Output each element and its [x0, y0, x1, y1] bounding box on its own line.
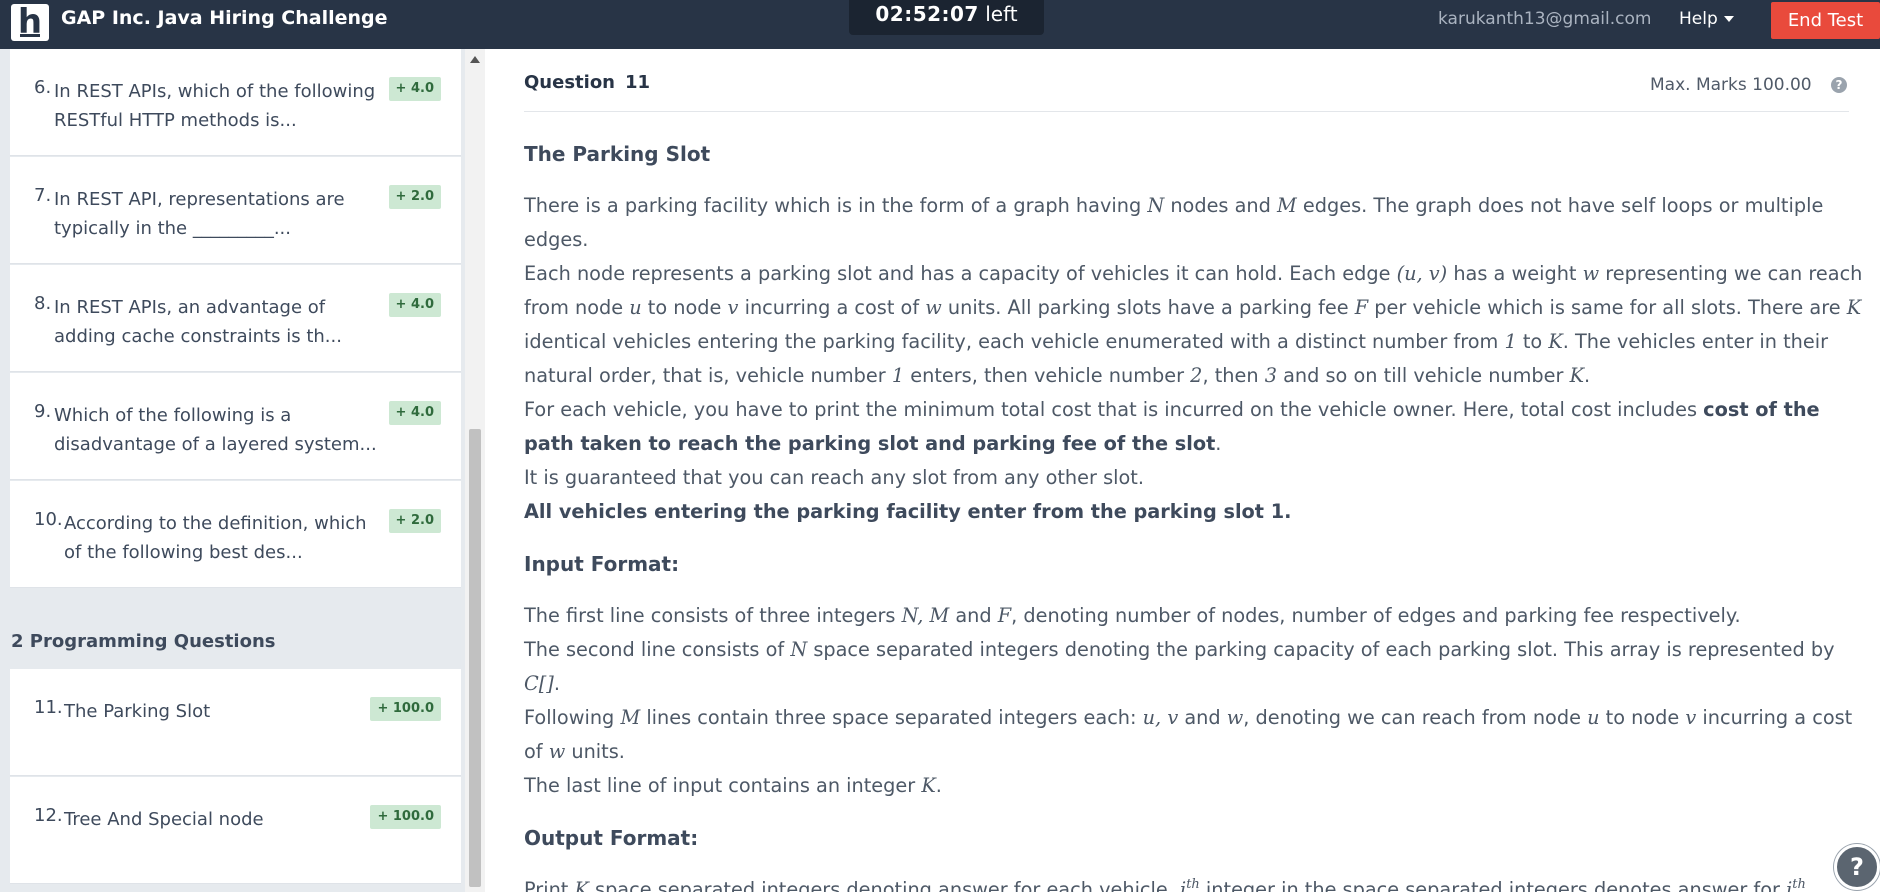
- problem-paragraph: Each node represents a parking slot and …: [524, 262, 1863, 387]
- input-format-line: The last line of input contains an integ…: [524, 774, 942, 797]
- question-preview: According to the definition, which of th…: [64, 513, 367, 563]
- timer-value: 02:52:07: [875, 2, 979, 26]
- help-label: Help: [1679, 9, 1718, 29]
- question-item-6[interactable]: 6. In REST APIs, which of the following …: [10, 49, 461, 156]
- programming-section-title: 2 Programming Questions: [11, 631, 276, 652]
- timer-suffix: left: [985, 2, 1018, 26]
- chevron-down-icon: [1723, 16, 1734, 22]
- question-preview: Which of the following is a disadvantage…: [54, 405, 377, 455]
- user-email: karukanth13@gmail.com: [1438, 9, 1652, 29]
- question-preview: In REST APIs, which of the following RES…: [54, 81, 376, 131]
- problem-paragraph: All vehicles entering the parking facili…: [524, 500, 1292, 523]
- input-format-line: The first line consists of three integer…: [524, 604, 1741, 627]
- max-marks: Max. Marks 100.00: [1650, 75, 1812, 95]
- question-help-icon[interactable]: ?: [1831, 77, 1847, 93]
- question-number: 11: [625, 72, 651, 93]
- input-format-line: The second line consists of N space sepa…: [524, 638, 1835, 695]
- question-preview: In REST API, representations are typical…: [54, 189, 345, 239]
- problem-paragraph: For each vehicle, you have to print the …: [524, 398, 1820, 455]
- marks-badge: + 4.0: [388, 293, 441, 317]
- question-item-7[interactable]: 7. In REST API, representations are typi…: [10, 157, 461, 264]
- problem-paragraph: It is guaranteed that you can reach any …: [524, 466, 1144, 489]
- question-item-8[interactable]: 8. In REST APIs, an advantage of adding …: [10, 265, 461, 372]
- marks-badge: + 2.0: [388, 185, 441, 209]
- output-format-title: Output Format:: [524, 826, 699, 850]
- scroll-thumb[interactable]: [469, 429, 481, 887]
- question-item-9[interactable]: 9. Which of the following is a disadvant…: [10, 373, 461, 480]
- sidebar-scrollbar[interactable]: [465, 49, 485, 892]
- question-number: 7.: [34, 185, 52, 206]
- input-format-title: Input Format:: [524, 552, 680, 576]
- question-number: 12.: [34, 805, 63, 826]
- question-number: 6.: [34, 77, 52, 98]
- question-preview: In REST APIs, an advantage of adding cac…: [54, 297, 342, 347]
- input-format-line: Following M lines contain three space se…: [524, 706, 1853, 763]
- hackerearth-logo[interactable]: h: [11, 2, 49, 42]
- help-menu[interactable]: Help: [1679, 9, 1734, 29]
- marks-badge: + 2.0: [388, 509, 441, 533]
- logo-underline: [20, 34, 40, 37]
- header-divider: [524, 111, 1849, 112]
- floating-help-button[interactable]: ?: [1834, 844, 1880, 890]
- marks-badge: + 100.0: [370, 805, 441, 829]
- end-test-button[interactable]: End Test: [1771, 2, 1880, 39]
- scroll-up-arrow-icon[interactable]: [470, 56, 480, 63]
- challenge-title: GAP Inc. Java Hiring Challenge: [61, 7, 388, 29]
- question-panel: Question 11 Max. Marks 100.00 ? The Parki…: [485, 49, 1880, 892]
- output-format-line: Print K space separated integers denotin…: [524, 877, 1806, 892]
- question-sidebar: 6. In REST APIs, which of the following …: [0, 49, 485, 892]
- marks-badge: + 100.0: [370, 697, 441, 721]
- question-number: 10.: [34, 509, 63, 530]
- question-heading: Question 11: [524, 72, 650, 93]
- countdown-timer: 02:52:07 left: [849, 0, 1044, 35]
- question-number: 11.: [34, 697, 63, 718]
- problem-paragraph: There is a parking facility which is in …: [524, 194, 1824, 251]
- question-item-12[interactable]: 12. Tree And Special node + 100.0: [10, 777, 461, 884]
- question-number: 8.: [34, 293, 52, 314]
- marks-badge: + 4.0: [388, 401, 441, 425]
- question-label: Question: [524, 72, 615, 93]
- top-header: h GAP Inc. Java Hiring Challenge 02:52:0…: [0, 0, 1880, 49]
- question-preview: The Parking Slot: [64, 701, 211, 722]
- problem-statement: The Parking Slot There is a parking faci…: [524, 139, 1864, 892]
- problem-title: The Parking Slot: [524, 142, 711, 166]
- question-item-11[interactable]: 11. The Parking Slot + 100.0: [10, 669, 461, 776]
- question-item-10[interactable]: 10. According to the definition, which o…: [10, 481, 461, 588]
- question-preview: Tree And Special node: [64, 809, 264, 830]
- marks-badge: + 4.0: [388, 77, 441, 101]
- question-number: 9.: [34, 401, 52, 422]
